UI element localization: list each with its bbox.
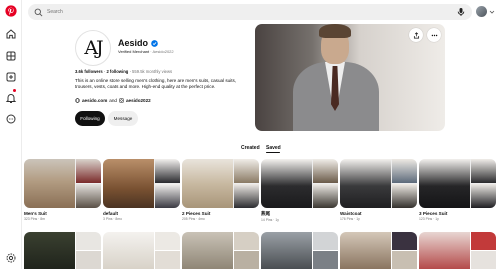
board-meta: 14 Pins · 1y [261,218,279,222]
profile-name-row: Aesido [118,38,158,48]
board-card[interactable] [182,232,259,269]
board-meta: 176 Pins · 1y [340,217,360,221]
explore-icon[interactable] [5,50,17,62]
board-meta: 123 Pins · 1y [419,217,439,221]
board-cover [103,159,180,208]
share-icon[interactable] [409,28,423,42]
microphone-icon[interactable] [456,7,466,17]
board-title: 3 Pieces Suit [419,211,448,216]
message-button[interactable]: Message [108,111,138,126]
more-icon[interactable] [427,28,441,42]
chevron-down-icon[interactable] [489,9,495,15]
search-bar[interactable] [28,4,472,20]
board-cover [419,159,496,208]
profile-logo: AJ [75,30,111,66]
board-title: 2 Pieces Suit [182,211,211,216]
active-tab-indicator [266,152,280,154]
board-card[interactable]: 燕尾 14 Pins · 1y [261,159,338,222]
merchant-line: Verified Merchant · Aesido2022 [118,49,174,54]
board-card[interactable] [261,232,338,269]
profile-bio: This is an online store selling men's cl… [75,78,237,90]
following-button[interactable]: Following [75,111,105,126]
instagram-icon [119,98,124,103]
board-cover [182,159,259,208]
board-cover [24,159,101,208]
profile-stats: 3.6k followers · 2 following · 559.5k mo… [75,69,173,74]
board-card[interactable] [340,232,417,269]
board-meta: 205 Pins · 4mo [182,217,205,221]
left-nav-rail [0,0,22,269]
profile-links: aesido.com and aesido2022 [75,98,151,103]
instagram-link[interactable]: aesido2022 [126,98,151,103]
board-meta: 323 Pins · 8m [24,217,45,221]
verified-badge-icon [151,39,158,47]
notifications-icon[interactable] [5,92,17,104]
monthly-views: 559.5k monthly views [132,69,173,74]
website-link[interactable]: aesido.com [82,98,107,103]
search-icon [34,8,43,17]
globe-icon [75,98,80,103]
home-icon[interactable] [5,28,17,40]
board-card[interactable]: 3 Pieces Suit 123 Pins · 1y [419,159,496,221]
profile-handle: · Aesido2022 [150,49,174,54]
following-count[interactable]: 2 following [106,69,128,74]
board-title: Men's Suit [24,211,47,216]
board-card[interactable]: Waistcoat 176 Pins · 1y [340,159,417,221]
board-card[interactable]: Men's Suit 323 Pins · 8m [24,159,101,221]
board-card[interactable] [24,232,101,269]
notification-badge [13,89,16,92]
create-icon[interactable] [5,71,17,83]
pinterest-logo-icon[interactable] [5,5,17,17]
merchant-label: Verified Merchant [118,49,150,54]
board-card[interactable] [419,232,496,269]
messages-icon[interactable] [5,113,17,125]
board-title: Waistcoat [340,211,362,216]
settings-icon[interactable] [5,252,17,264]
search-input[interactable] [47,9,447,15]
board-meta: 3 Pins · 8mo [103,217,123,221]
links-and: and [109,98,117,103]
board-card[interactable] [103,232,180,269]
board-cover [340,159,417,208]
tab-created[interactable]: Created [241,145,260,151]
board-title: 燕尾 [261,211,271,216]
tab-saved[interactable]: Saved [266,145,281,151]
followers-count[interactable]: 3.6k followers [75,69,103,74]
board-card[interactable]: 2 Pieces Suit 205 Pins · 4mo [182,159,259,221]
board-card[interactable]: default 3 Pins · 8mo [103,159,180,221]
user-avatar[interactable] [476,6,487,17]
profile-name: Aesido [118,38,149,48]
board-title: default [103,211,119,216]
board-cover [261,159,338,208]
